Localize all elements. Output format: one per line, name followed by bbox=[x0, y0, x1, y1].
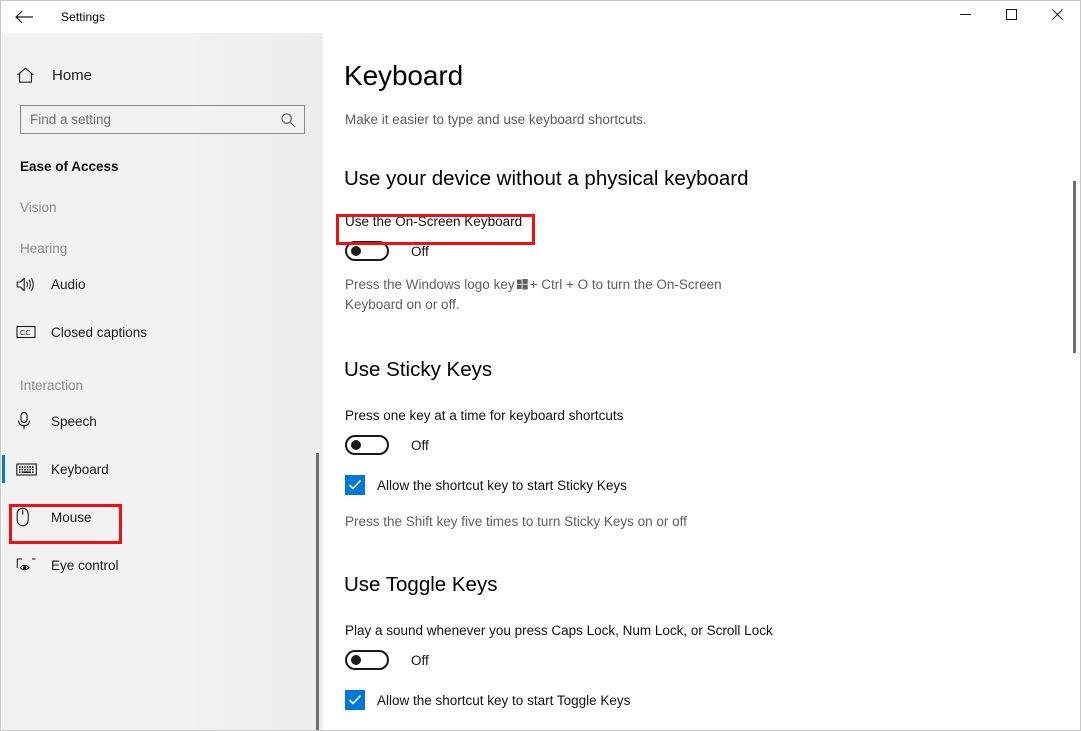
settings-window: Settings bbox=[0, 0, 1081, 731]
page-subtitle: Make it easier to type and use keyboard … bbox=[345, 112, 1080, 127]
sidebar-item-home[interactable]: Home bbox=[2, 55, 323, 95]
sidebar-item-label: Keyboard bbox=[51, 462, 109, 477]
sidebar: Home Ease of Access Vision Hearing bbox=[2, 33, 323, 731]
on-screen-keyboard-toggle-state: Off bbox=[411, 244, 429, 259]
on-screen-keyboard-toggle[interactable] bbox=[345, 241, 389, 261]
sidebar-group-hearing: Hearing bbox=[2, 241, 323, 256]
sticky-keys-checkbox[interactable] bbox=[345, 475, 365, 495]
close-button[interactable] bbox=[1034, 1, 1080, 33]
eye-control-icon bbox=[16, 557, 44, 574]
maximize-button[interactable] bbox=[988, 1, 1034, 33]
sidebar-item-keyboard[interactable]: Keyboard bbox=[2, 449, 323, 489]
toggle-keys-label: Play a sound whenever you press Caps Loc… bbox=[345, 623, 1080, 638]
home-icon bbox=[16, 67, 46, 84]
search-icon[interactable] bbox=[280, 112, 296, 128]
sidebar-item-mouse[interactable]: Mouse bbox=[2, 497, 323, 537]
close-icon bbox=[1051, 8, 1064, 26]
toggle-keys-toggle[interactable] bbox=[345, 650, 389, 670]
sticky-keys-checkbox-label: Allow the shortcut key to start Sticky K… bbox=[377, 478, 627, 493]
on-screen-keyboard-note: Press the Windows logo key+ Ctrl + O to … bbox=[345, 275, 765, 314]
sticky-keys-label: Press one key at a time for keyboard sho… bbox=[345, 408, 1080, 423]
sticky-keys-toggle-state: Off bbox=[411, 438, 429, 453]
sticky-keys-toggle-row: Off bbox=[345, 435, 1080, 455]
sidebar-item-label: Audio bbox=[51, 277, 86, 292]
sidebar-item-audio[interactable]: Audio bbox=[2, 264, 323, 304]
sidebar-item-label: Eye control bbox=[51, 558, 119, 573]
sidebar-item-closed-captions[interactable]: CC Closed captions bbox=[2, 312, 323, 352]
on-screen-keyboard-label: Use the On-Screen Keyboard bbox=[345, 214, 1080, 229]
title-bar: Settings bbox=[1, 1, 1080, 33]
sidebar-group-vision: Vision bbox=[2, 200, 323, 215]
search-box[interactable] bbox=[20, 105, 305, 134]
back-arrow-icon bbox=[15, 10, 34, 24]
svg-text:CC: CC bbox=[20, 328, 31, 337]
sticky-keys-checkbox-row[interactable]: Allow the shortcut key to start Sticky K… bbox=[345, 475, 1080, 495]
maximize-icon bbox=[1005, 8, 1018, 26]
window-controls bbox=[942, 1, 1080, 33]
closed-captions-icon: CC bbox=[16, 324, 44, 340]
toggle-keys-toggle-row: Off bbox=[345, 650, 1080, 670]
sidebar-section-title: Ease of Access bbox=[2, 159, 323, 174]
sidebar-scrollbar[interactable] bbox=[316, 453, 319, 731]
page-title: Keyboard bbox=[344, 60, 1080, 92]
windows-logo-key-icon bbox=[517, 276, 528, 295]
sidebar-item-speech[interactable]: Speech bbox=[2, 401, 323, 441]
toggle-keys-checkbox[interactable] bbox=[345, 690, 365, 710]
sticky-keys-toggle[interactable] bbox=[345, 435, 389, 455]
minimize-icon bbox=[959, 8, 972, 26]
toggle-keys-checkbox-label: Allow the shortcut key to start Toggle K… bbox=[377, 693, 630, 708]
window-title: Settings bbox=[61, 10, 105, 24]
main-scrollbar[interactable] bbox=[1073, 181, 1076, 353]
toggle-keys-note: Press and hold the Num Lock key for five… bbox=[345, 727, 825, 731]
sidebar-item-label: Speech bbox=[51, 414, 97, 429]
section-heading-on-screen-keyboard: Use your device without a physical keybo… bbox=[344, 167, 1080, 191]
section-heading-toggle-keys: Use Toggle Keys bbox=[344, 573, 1080, 597]
toggle-keys-toggle-state: Off bbox=[411, 653, 429, 668]
sidebar-item-eye-control[interactable]: Eye control bbox=[2, 545, 323, 585]
microphone-icon bbox=[16, 411, 44, 431]
toggle-keys-checkbox-row[interactable]: Allow the shortcut key to start Toggle K… bbox=[345, 690, 1080, 710]
on-screen-keyboard-toggle-row: Off bbox=[345, 241, 1080, 261]
speaker-icon bbox=[16, 276, 44, 293]
main-content: Keyboard Make it easier to type and use … bbox=[323, 33, 1080, 731]
minimize-button[interactable] bbox=[942, 1, 988, 33]
mouse-icon bbox=[16, 507, 44, 527]
sidebar-item-label: Closed captions bbox=[51, 325, 147, 340]
back-button[interactable] bbox=[1, 1, 47, 33]
home-label: Home bbox=[52, 67, 92, 84]
sidebar-group-interaction: Interaction bbox=[2, 378, 323, 393]
sidebar-item-label: Mouse bbox=[51, 510, 92, 525]
sticky-keys-note: Press the Shift key five times to turn S… bbox=[345, 512, 825, 531]
section-heading-sticky-keys: Use Sticky Keys bbox=[344, 358, 1080, 382]
note-text-part1: Press the Windows logo key bbox=[345, 277, 515, 292]
search-input[interactable] bbox=[21, 106, 271, 133]
keyboard-icon bbox=[16, 462, 44, 477]
